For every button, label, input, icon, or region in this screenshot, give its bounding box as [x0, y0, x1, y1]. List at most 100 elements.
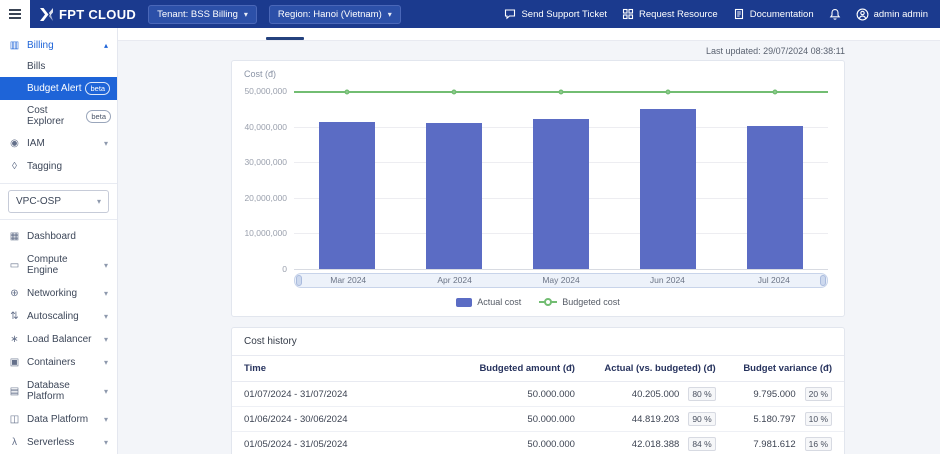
cost-history-title: Cost history — [232, 328, 844, 356]
percent-badge: 20 % — [805, 387, 832, 401]
sidebar-item-data-platform[interactable]: ◫Data Platform▾ — [0, 408, 117, 431]
sidebar-item-label: Autoscaling — [27, 311, 79, 322]
sidebar-item-database-platform[interactable]: ▤ Database Platform ▾ — [0, 374, 117, 408]
chart-plot-area: 50,000,00040,000,00030,000,00020,000,000… — [294, 91, 828, 269]
documentation-icon — [733, 8, 745, 20]
budgeted-cost-swatch — [539, 301, 557, 303]
documentation-link[interactable]: Documentation — [733, 8, 814, 20]
hamburger-menu-icon[interactable] — [0, 0, 30, 28]
bar-mar-2024 — [319, 122, 375, 269]
sidebar-item-label: Database Platform — [27, 380, 97, 402]
cell-value: 01/05/2024 - 31/05/2024 — [244, 439, 348, 450]
sidebar-item-billing[interactable]: ▥ Billing ▴ — [0, 35, 117, 56]
beta-badge: beta — [85, 82, 110, 95]
sidebar-item-bills[interactable]: Bills — [0, 56, 117, 77]
x-axis-label: Jul 2024 — [721, 274, 827, 287]
cell-value: 50.000.000 — [527, 439, 575, 450]
chevron-down-icon: ▾ — [104, 261, 108, 270]
table-header-row: Time Budgeted amount (đ) Actual (vs. bud… — [232, 356, 844, 382]
sidebar-item-networking[interactable]: ⊕Networking▾ — [0, 282, 117, 305]
compute-engine-icon: ▭ — [9, 260, 20, 271]
table-row: 01/06/2024 - 30/06/202450.000.00044.819.… — [232, 407, 844, 432]
serverless-icon: λ — [9, 437, 20, 448]
send-support-ticket-link[interactable]: Send Support Ticket — [504, 8, 607, 20]
sidebar-item-label: Compute Engine — [27, 254, 97, 276]
chevron-down-icon: ▾ — [104, 415, 108, 424]
budget-line-marker — [452, 90, 457, 95]
sidebar-item-serverless[interactable]: λServerless▾ — [0, 431, 117, 454]
chevron-down-icon: ▾ — [104, 387, 108, 396]
chevron-up-icon: ▴ — [104, 41, 108, 50]
region-label: Region: Hanoi (Vietnam) — [278, 9, 382, 20]
request-resource-link[interactable]: Request Resource — [622, 8, 718, 20]
sidebar-item-iam[interactable]: ◉ IAM ▾ — [0, 132, 117, 155]
y-axis-tick-label: 30,000,000 — [244, 157, 287, 167]
tenant-selector-button[interactable]: Tenant: BSS Billing ▾ — [148, 5, 257, 24]
chevron-down-icon: ▾ — [244, 10, 248, 19]
sidebar-item-cost-explorer[interactable]: Cost Explorer beta — [0, 100, 117, 132]
chevron-down-icon: ▾ — [104, 139, 108, 148]
chart-legend: Actual cost Budgeted cost — [242, 297, 834, 307]
sidebar-item-label: Networking — [27, 288, 77, 299]
sidebar-item-tagging[interactable]: ◊ Tagging — [0, 155, 117, 178]
cell-value: 50.000.000 — [527, 389, 575, 400]
vpc-selector[interactable]: VPC-OSP ▾ — [8, 190, 109, 213]
cell-value: 50.000.000 — [527, 414, 575, 425]
x-axis-label: May 2024 — [508, 274, 614, 287]
sidebar-item-containers[interactable]: ▣Containers▾ — [0, 351, 117, 374]
sidebar-item-label: Dashboard — [27, 231, 76, 242]
bar-apr-2024 — [426, 123, 482, 269]
sidebar-divider — [0, 183, 117, 184]
y-axis-tick-label: 20,000,000 — [244, 193, 287, 203]
last-updated-text: Last updated: 29/07/2024 08:38:11 — [231, 46, 845, 56]
sidebar-item-dashboard[interactable]: ▦ Dashboard — [0, 225, 117, 248]
cell-value: 40.205.000 — [632, 389, 680, 400]
active-tab-indicator[interactable] — [266, 37, 304, 40]
request-resource-icon — [622, 8, 634, 20]
page-content: Last updated: 29/07/2024 08:38:11 Cost (… — [118, 41, 940, 454]
region-selector-button[interactable]: Region: Hanoi (Vietnam) ▾ — [269, 5, 401, 24]
bar-jul-2024 — [747, 126, 803, 269]
header-actions: Send Support Ticket Request Resource Doc… — [504, 8, 940, 21]
dashboard-icon: ▦ — [9, 231, 20, 242]
app-window: FPT CLOUD Tenant: BSS Billing ▾ Region: … — [0, 0, 940, 454]
chevron-down-icon: ▾ — [104, 312, 108, 321]
column-header-time: Time — [232, 356, 440, 382]
sidebar-item-load-balancer[interactable]: ∗Load Balancer▾ — [0, 328, 117, 351]
sidebar-item-compute-engine[interactable]: ▭ Compute Engine ▾ — [0, 248, 117, 282]
sidebar-item-autoscaling[interactable]: ⇅Autoscaling▾ — [0, 305, 117, 328]
x-axis-zoom-slider[interactable]: Mar 2024Apr 2024May 2024Jun 2024Jul 2024 — [294, 273, 828, 288]
column-header-variance: Budget variance (đ) — [728, 356, 844, 382]
legend-actual-cost[interactable]: Actual cost — [456, 297, 521, 307]
budget-line-marker — [665, 90, 670, 95]
bar-slot — [614, 91, 721, 269]
sidebar-item-label: Load Balancer — [27, 334, 92, 345]
user-menu[interactable]: admin admin — [856, 8, 928, 21]
slider-handle-right[interactable] — [820, 275, 826, 286]
sidebar-menu: ▦Dashboard▭Compute Engine▾⊕Networking▾⇅A… — [0, 225, 117, 454]
bar-slot — [294, 91, 401, 269]
slider-handle-left[interactable] — [296, 275, 302, 286]
x-axis-label: Mar 2024 — [295, 274, 401, 287]
table-row: 01/05/2024 - 31/05/202450.000.00042.018.… — [232, 432, 844, 454]
brand-text: FPT CLOUD — [59, 7, 136, 22]
bar-jun-2024 — [640, 109, 696, 269]
bar-slot — [721, 91, 828, 269]
column-header-budgeted: Budgeted amount (đ) — [440, 356, 587, 382]
notifications-bell-icon[interactable] — [829, 8, 841, 21]
cell-value: 01/07/2024 - 31/07/2024 — [244, 389, 348, 400]
legend-budgeted-cost[interactable]: Budgeted cost — [539, 297, 620, 307]
iam-icon: ◉ — [9, 138, 20, 149]
sidebar-divider — [0, 219, 117, 220]
percent-badge: 10 % — [805, 412, 832, 426]
sidebar-item-budget-alert[interactable]: Budget Alert beta — [0, 77, 117, 100]
y-axis-tick-label: 50,000,000 — [244, 86, 287, 96]
table-row: 01/07/2024 - 31/07/2024 50.000.000 40.205.… — [232, 382, 844, 407]
database-platform-icon: ▤ — [9, 386, 20, 397]
tenant-label: Tenant: BSS Billing — [157, 9, 238, 20]
networking-icon: ⊕ — [9, 288, 20, 299]
support-ticket-icon — [504, 8, 516, 20]
percent-badge: 90 % — [688, 412, 715, 426]
bar-slot — [401, 91, 508, 269]
y-axis-tick-label: 10,000,000 — [244, 228, 287, 238]
